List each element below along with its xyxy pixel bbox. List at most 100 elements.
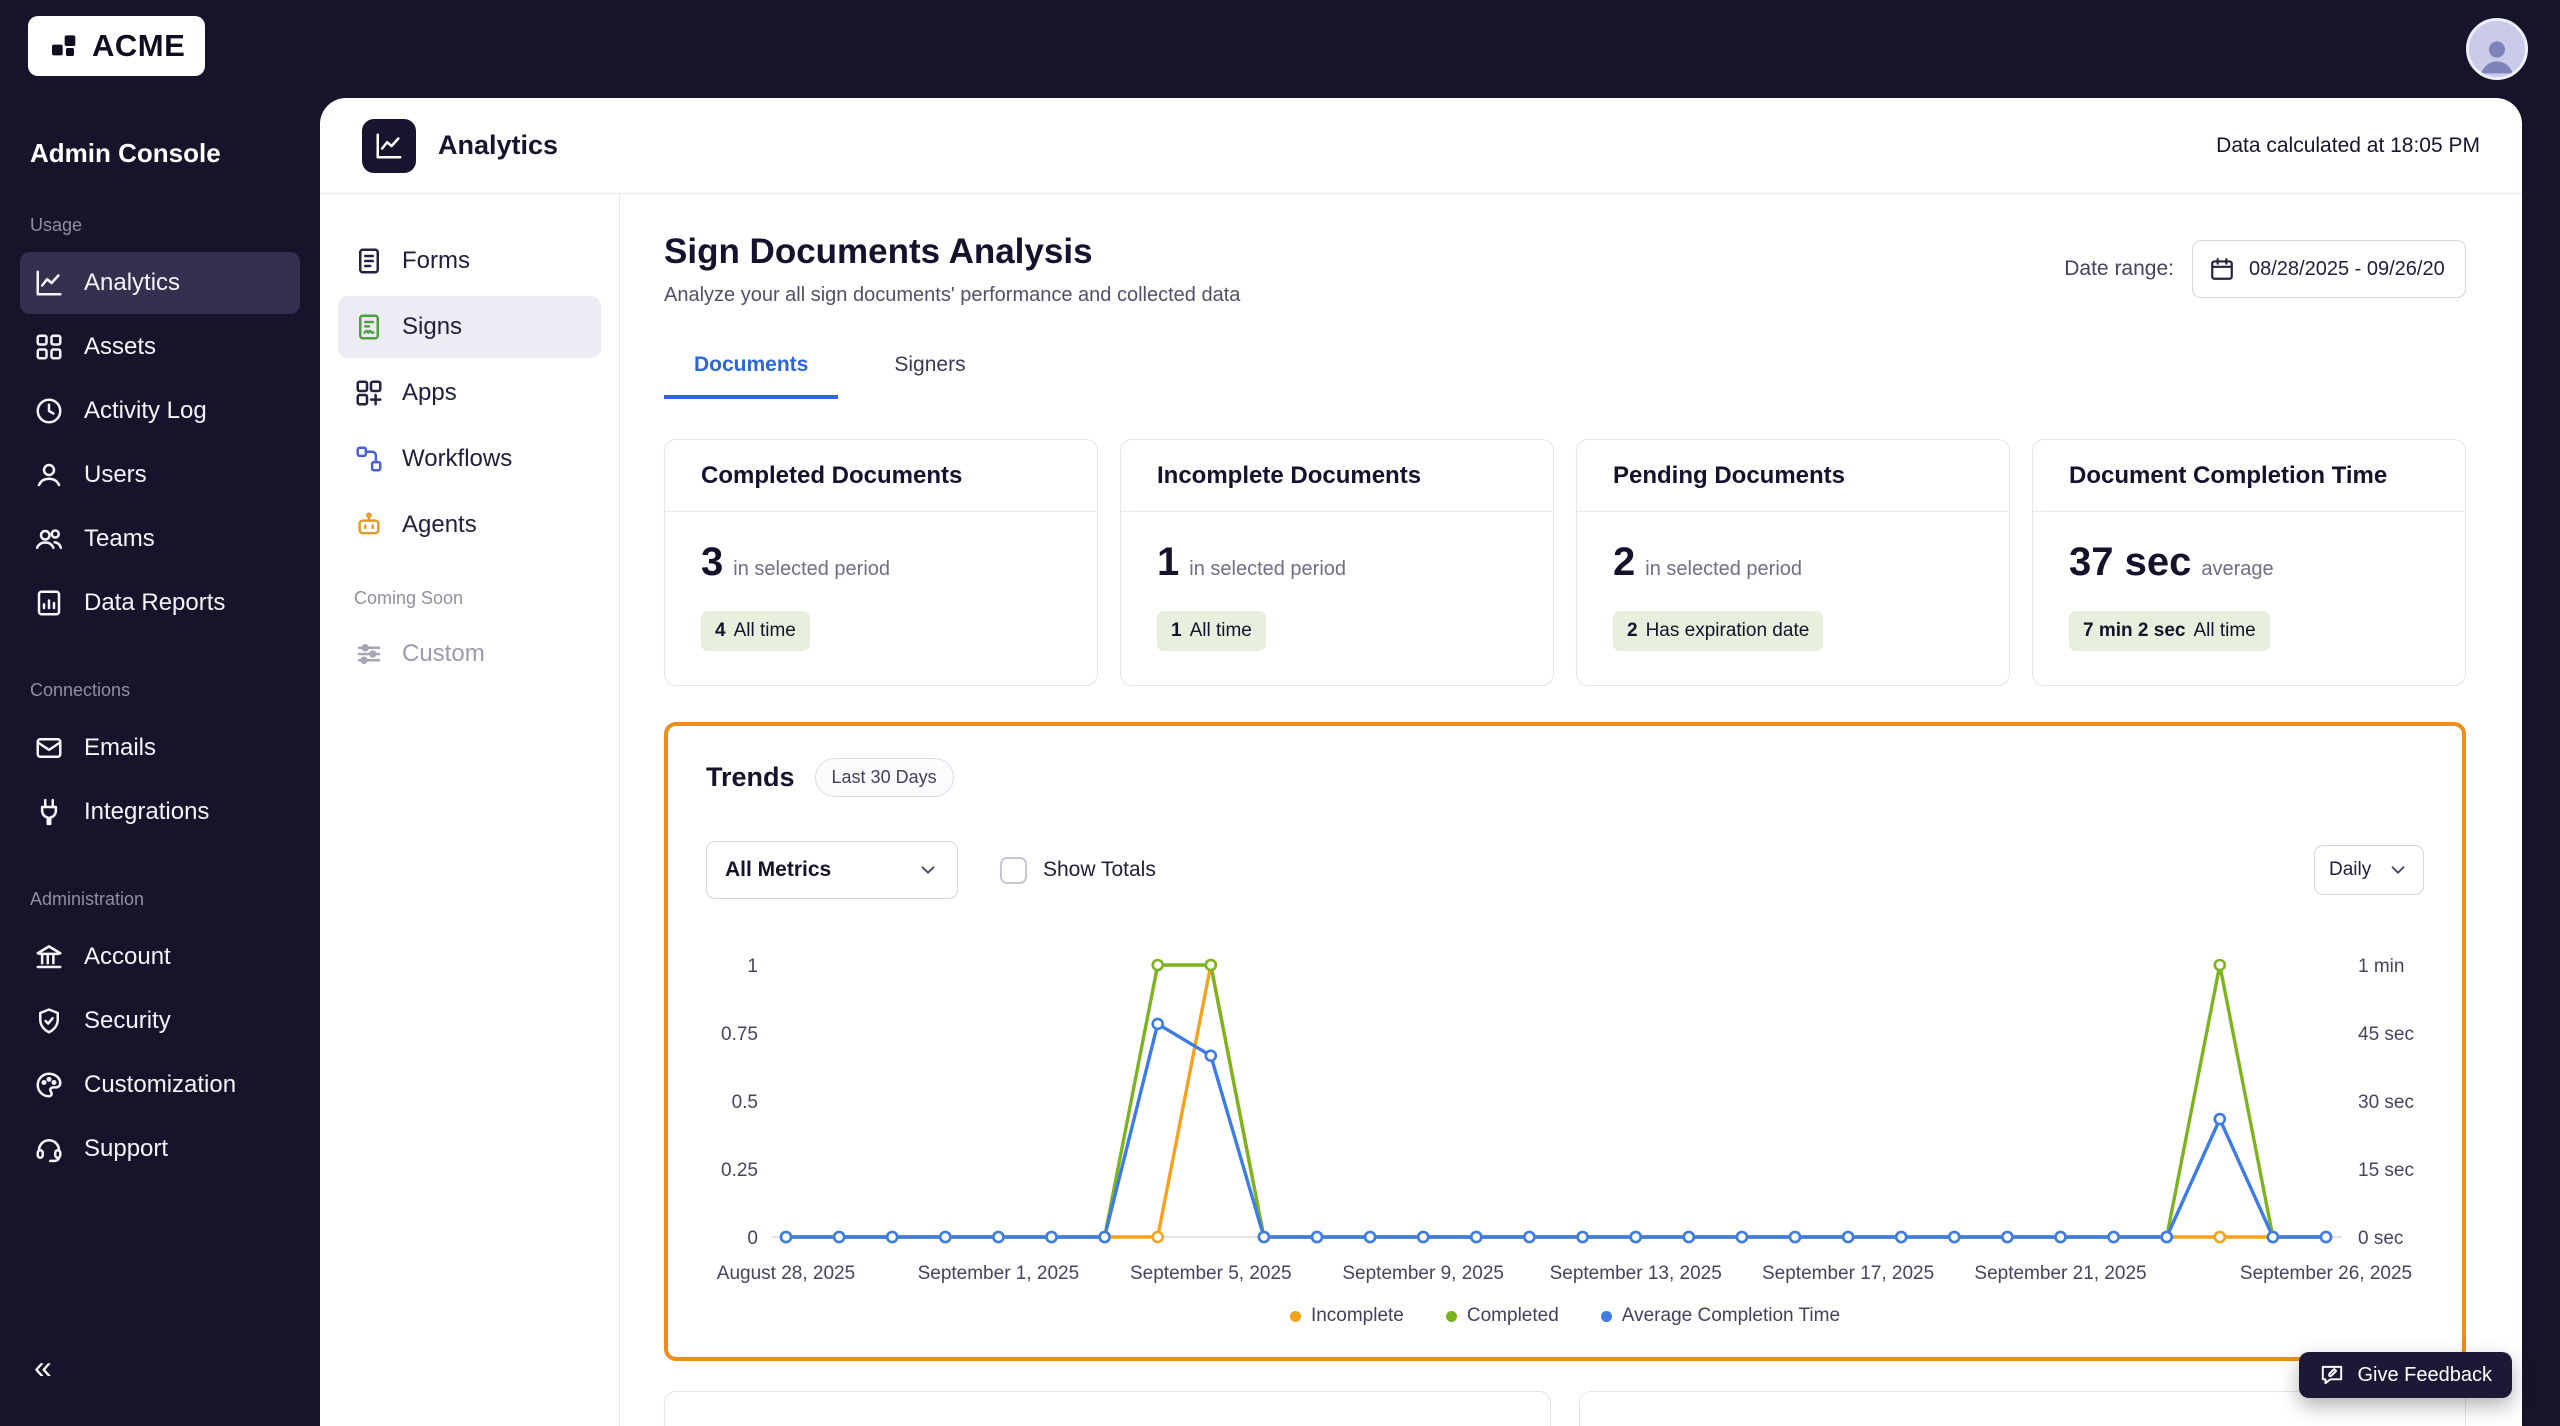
sidebar-item-integrations[interactable]: Integrations	[20, 781, 300, 843]
sidebar-item-label: Users	[84, 461, 147, 489]
trends-line-chart: 00.250.50.7510 sec15 sec30 sec45 sec1 mi…	[706, 939, 2424, 1295]
analytics-header-icon	[362, 119, 416, 173]
tab-signers[interactable]: Signers	[864, 353, 995, 399]
subnav-item-forms[interactable]: Forms	[338, 230, 601, 292]
legend-dot	[1446, 1311, 1457, 1322]
partial-card	[664, 1391, 1551, 1426]
sidebar-section-label-connections: Connections	[20, 680, 300, 701]
sliders-icon	[354, 639, 384, 669]
sidebar-item-label: Activity Log	[84, 397, 207, 425]
panel-title: Analytics	[438, 130, 558, 161]
show-totals-checkbox[interactable]	[1000, 857, 1027, 884]
stat-badge-value: 7 min 2 sec	[2083, 620, 2185, 642]
subnav: Forms Signs Apps Workflows Agents Coming…	[320, 194, 620, 1426]
sidebar-item-customization[interactable]: Customization	[20, 1054, 300, 1116]
acme-logo-text: ACME	[92, 28, 185, 64]
svg-text:0.5: 0.5	[732, 1092, 758, 1113]
sidebar-title: Admin Console	[20, 138, 300, 169]
panel-header: Analytics Data calculated at 18:05 PM	[320, 98, 2522, 194]
svg-text:0.75: 0.75	[721, 1024, 758, 1045]
users-icon	[34, 524, 64, 554]
subnav-item-apps[interactable]: Apps	[338, 362, 601, 424]
stat-card-title: Completed Documents	[665, 440, 1097, 512]
palette-icon	[34, 1070, 64, 1100]
person-icon	[2475, 33, 2519, 77]
subnav-item-agents[interactable]: Agents	[338, 494, 601, 556]
stat-value-suffix: average	[2201, 558, 2273, 581]
sidebar: Admin Console Usage Analytics Assets Act…	[0, 98, 320, 1426]
svg-text:1 min: 1 min	[2358, 956, 2404, 977]
sidebar-item-activity-log[interactable]: Activity Log	[20, 380, 300, 442]
sidebar-item-security[interactable]: Security	[20, 990, 300, 1052]
legend-dot	[1290, 1311, 1301, 1322]
metric-select[interactable]: All Metrics	[706, 841, 958, 899]
svg-text:September 21, 2025: September 21, 2025	[1974, 1263, 2146, 1284]
bank-icon	[34, 942, 64, 972]
stat-badge: 2 Has expiration date	[1613, 611, 1823, 651]
sidebar-item-assets[interactable]: Assets	[20, 316, 300, 378]
sidebar-item-label: Customization	[84, 1071, 236, 1099]
svg-text:45 sec: 45 sec	[2358, 1024, 2414, 1045]
sidebar-item-users[interactable]: Users	[20, 444, 300, 506]
calendar-icon	[2209, 256, 2235, 282]
stat-value: 1	[1157, 540, 1179, 585]
tab-documents[interactable]: Documents	[664, 353, 838, 399]
acme-logo[interactable]: ACME	[28, 16, 205, 76]
sidebar-item-analytics[interactable]: Analytics	[20, 252, 300, 314]
granularity-select[interactable]: Daily	[2314, 845, 2424, 895]
sidebar-item-label: Account	[84, 943, 171, 971]
svg-text:September 13, 2025: September 13, 2025	[1550, 1263, 1722, 1284]
sidebar-item-label: Emails	[84, 734, 156, 762]
chevron-down-icon	[917, 859, 939, 881]
legend-item-completed[interactable]: Completed	[1446, 1305, 1559, 1327]
subnav-item-label: Custom	[402, 640, 485, 668]
chart-line-icon	[34, 268, 64, 298]
date-range-input[interactable]: 08/28/2025 - 09/26/20	[2192, 240, 2466, 298]
svg-text:1: 1	[747, 956, 758, 977]
page-title: Sign Documents Analysis	[664, 232, 1240, 272]
stat-badge: 1 All time	[1157, 611, 1266, 651]
subnav-item-custom[interactable]: Custom	[338, 623, 601, 685]
svg-text:15 sec: 15 sec	[2358, 1160, 2414, 1181]
give-feedback-button[interactable]: Give Feedback	[2299, 1352, 2512, 1398]
subnav-item-signs[interactable]: Signs	[338, 296, 601, 358]
trends-title: Trends	[706, 762, 795, 793]
legend-item-incomplete[interactable]: Incomplete	[1290, 1305, 1404, 1327]
sidebar-item-account[interactable]: Account	[20, 926, 300, 988]
svg-text:0 sec: 0 sec	[2358, 1228, 2403, 1249]
subnav-item-workflows[interactable]: Workflows	[338, 428, 601, 490]
sidebar-collapse-button[interactable]: «	[34, 1349, 52, 1386]
svg-text:September 1, 2025: September 1, 2025	[918, 1263, 1080, 1284]
date-range-value: 08/28/2025 - 09/26/20	[2249, 258, 2445, 281]
svg-text:September 5, 2025: September 5, 2025	[1130, 1263, 1292, 1284]
sidebar-section-label-usage: Usage	[20, 215, 300, 236]
sidebar-sections: Usage Analytics Assets Activity Log User…	[20, 215, 300, 1180]
svg-text:0: 0	[747, 1228, 758, 1249]
stat-badge-value: 1	[1171, 620, 1182, 642]
sidebar-item-teams[interactable]: Teams	[20, 508, 300, 570]
subnav-item-label: Forms	[402, 247, 470, 275]
user-avatar[interactable]	[2466, 18, 2528, 80]
user-icon	[34, 460, 64, 490]
sidebar-item-label: Support	[84, 1135, 168, 1163]
sidebar-item-label: Data Reports	[84, 589, 225, 617]
sidebar-item-label: Integrations	[84, 798, 209, 826]
page-subtitle: Analyze your all sign documents' perform…	[664, 284, 1240, 307]
chevron-down-icon	[2387, 859, 2409, 881]
agent-icon	[354, 510, 384, 540]
sidebar-item-support[interactable]: Support	[20, 1118, 300, 1180]
sidebar-item-emails[interactable]: Emails	[20, 717, 300, 779]
sidebar-item-data-reports[interactable]: Data Reports	[20, 572, 300, 634]
subnav-item-label: Agents	[402, 511, 477, 539]
bottom-cards	[664, 1391, 2466, 1426]
mail-icon	[34, 733, 64, 763]
legend-label: Incomplete	[1311, 1305, 1404, 1327]
stat-card-document-completion-time: Document Completion Time 37 sec average …	[2032, 439, 2466, 686]
subnav-item-label: Apps	[402, 379, 457, 407]
stat-card-title: Incomplete Documents	[1121, 440, 1553, 512]
legend-item-average-completion-time[interactable]: Average Completion Time	[1601, 1305, 1840, 1327]
svg-text:August 28, 2025: August 28, 2025	[717, 1263, 855, 1284]
stat-card-incomplete-documents: Incomplete Documents 1 in selected perio…	[1120, 439, 1554, 686]
legend-label: Average Completion Time	[1622, 1305, 1840, 1327]
stat-badge-label: All time	[1190, 620, 1252, 642]
